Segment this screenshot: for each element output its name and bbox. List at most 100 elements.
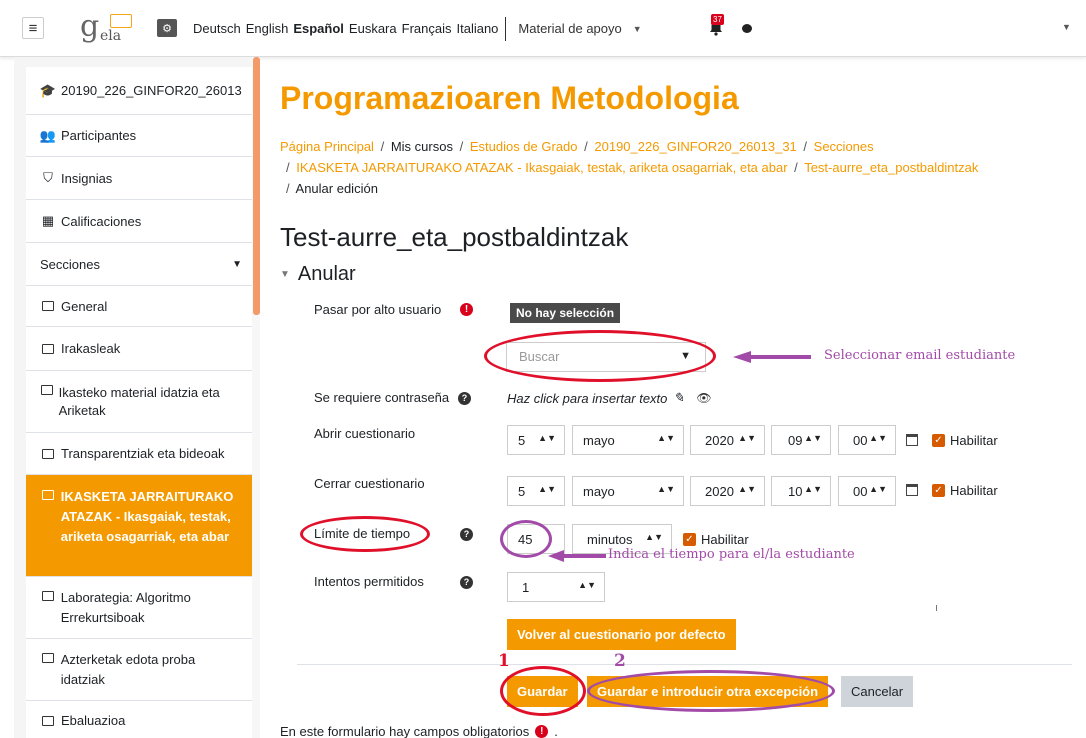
select-value: minutos xyxy=(587,532,633,547)
sidebar-item-irakasleak[interactable]: Irakasleak xyxy=(26,327,252,371)
sidebar-item-general[interactable]: General xyxy=(26,286,252,327)
sidebar-item-insignias[interactable]: ⛉ Insignias xyxy=(26,157,252,200)
updown-icon: ▲▼ xyxy=(657,484,675,494)
revert-button[interactable]: Volver al cuestionario por defecto xyxy=(507,619,736,650)
open-day-select[interactable]: 5 ▲▼ xyxy=(507,425,565,455)
user-menu-caret-icon[interactable]: ▼ xyxy=(1062,22,1071,32)
cancel-button[interactable]: Cancelar xyxy=(841,676,914,707)
select-value: 5 xyxy=(518,433,526,448)
folder-icon xyxy=(40,653,56,663)
help-icon[interactable]: ? xyxy=(460,528,473,541)
breadcrumb-quiz[interactable]: Test-aurre_eta_postbaldintzak xyxy=(804,160,978,175)
table-icon: ▦ xyxy=(41,213,55,228)
breadcrumb-course[interactable]: 20190_226_GINFOR20_26013_31 xyxy=(594,139,796,154)
gears-icon[interactable]: ⚙ xyxy=(157,19,177,37)
no-selection-badge: No hay selección xyxy=(510,303,621,323)
support-menu[interactable]: Material de apoyo ▼ xyxy=(518,21,646,36)
open-enable-checkbox[interactable]: ✓ xyxy=(932,434,945,447)
sidebar-item-azterketak[interactable]: Azterketak edota proba idatziak xyxy=(26,639,252,701)
egela-logo[interactable]: g ela xyxy=(80,12,140,46)
open-minute-select[interactable]: 00 ▲▼ xyxy=(838,425,896,455)
close-year-select[interactable]: 2020 ▲▼ xyxy=(690,476,765,506)
open-month-select[interactable]: mayo ▲▼ xyxy=(572,425,684,455)
chat-icon[interactable] xyxy=(742,24,752,33)
sidebar-item-label: Transparentziak eta bideoak xyxy=(61,446,225,461)
close-label: Cerrar cuestionario xyxy=(314,476,425,491)
breadcrumb-mycourses: Mis cursos xyxy=(390,139,453,154)
sidebar-item-transparentziak[interactable]: Transparentziak eta bideoak xyxy=(26,433,252,475)
divider xyxy=(936,605,937,611)
open-year-select[interactable]: 2020 ▲▼ xyxy=(690,425,765,455)
sidebar-item-course[interactable]: 🎓 20190_226_GINFOR20_26013 xyxy=(26,67,252,115)
close-enable-checkbox[interactable]: ✓ xyxy=(932,484,945,497)
calendar-icon[interactable] xyxy=(906,434,918,446)
support-label: Material de apoyo xyxy=(518,21,622,36)
folder-icon xyxy=(40,490,56,500)
select-value: 09 xyxy=(788,433,803,448)
close-minute-select[interactable]: 00 ▲▼ xyxy=(838,476,896,506)
sidebar-item-label: IKASKETA JARRAITURAKO ATAZAK - Ikasgaiak… xyxy=(60,489,234,544)
help-icon[interactable]: ? xyxy=(460,576,473,589)
footer-note-text: En este formulario hay campos obligatori… xyxy=(280,724,530,738)
updown-icon: ▲▼ xyxy=(804,484,822,494)
breadcrumb-degree[interactable]: Estudios de Grado xyxy=(470,139,578,154)
annotation-number-2: 2 xyxy=(614,651,626,671)
sidebar: 🎓 20190_226_GINFOR20_26013 👥 Participant… xyxy=(14,57,252,738)
password-label: Se requiere contraseña xyxy=(314,390,450,405)
open-hour-select[interactable]: 09 ▲▼ xyxy=(771,425,831,455)
password-placeholder: Haz click para insertar texto xyxy=(507,390,668,406)
breadcrumb-sections[interactable]: Secciones xyxy=(814,139,874,154)
timelimit-enable-checkbox[interactable]: ✓ xyxy=(683,533,696,546)
sidebar-scrollbar-thumb[interactable] xyxy=(253,57,260,315)
annotation-number-1: 1 xyxy=(498,651,510,671)
close-month-select[interactable]: mayo ▲▼ xyxy=(572,476,684,506)
sidebar-item-laborategia[interactable]: Laborategia: Algoritmo Errekurtsiboak xyxy=(26,577,252,639)
breadcrumb-home[interactable]: Página Principal xyxy=(280,139,374,154)
sidebar-item-material[interactable]: Ikasteko material idatzia eta Ariketak xyxy=(26,371,252,433)
lang-euskara[interactable]: Euskara xyxy=(349,21,397,36)
eye-icon[interactable]: 👁 xyxy=(696,391,711,405)
sidebar-item-label: Participantes xyxy=(61,128,137,143)
help-icon[interactable]: ? xyxy=(458,392,471,405)
sidebar-item-label: Irakasleak xyxy=(61,341,121,356)
required-fields-note: En este formulario hay campos obligatori… xyxy=(280,724,558,738)
sidebar-item-ebaluazioa[interactable]: Ebaluazioa xyxy=(26,701,252,738)
lang-english[interactable]: English xyxy=(246,21,289,36)
sidebar-item-secciones[interactable]: Secciones ▼ xyxy=(26,243,252,286)
updown-icon: ▲▼ xyxy=(738,433,756,443)
sidebar-item-calificaciones[interactable]: ▦ Calificaciones xyxy=(26,200,252,243)
breadcrumb-section[interactable]: IKASKETA JARRAITURAKO ATAZAK - Ikasgaiak… xyxy=(296,160,787,175)
updown-icon: ▲▼ xyxy=(869,433,887,443)
logo-ela: ela xyxy=(100,28,122,44)
hamburger-icon[interactable]: ≡ xyxy=(22,17,44,39)
lang-deutsch[interactable]: Deutsch xyxy=(193,21,241,36)
language-menu: Deutsch English Español Euskara Français… xyxy=(193,0,647,57)
lang-espanol[interactable]: Español xyxy=(293,21,344,36)
close-day-select[interactable]: 5 ▲▼ xyxy=(507,476,565,506)
lang-francais[interactable]: Français xyxy=(402,21,452,36)
fieldset-toggle[interactable]: ▼ Anular xyxy=(280,263,356,286)
breadcrumb-sep: / xyxy=(803,139,808,154)
breadcrumb-sep: / xyxy=(380,139,385,154)
pencil-icon[interactable]: ✎ xyxy=(673,390,684,406)
divider xyxy=(297,664,1072,665)
lang-italiano[interactable]: Italiano xyxy=(456,21,498,36)
page-title: Programazioaren Metodologia xyxy=(280,80,739,116)
annotation-select-email: Seleccionar email estudiante xyxy=(824,348,1016,363)
annotation-circle-timevalue xyxy=(500,520,552,558)
updown-icon: ▲▼ xyxy=(804,433,822,443)
annotation-circle-save xyxy=(500,666,586,716)
updown-icon: ▲▼ xyxy=(578,580,596,590)
select-value: 2020 xyxy=(705,484,734,499)
select-value: 2020 xyxy=(705,433,734,448)
sidebar-item-label: Ikasteko material idatzia eta Ariketak xyxy=(58,384,220,418)
password-editable[interactable]: Haz click para insertar texto ✎ 👁 xyxy=(507,390,712,406)
sidebar-item-ikasketa[interactable]: IKASKETA JARRAITURAKO ATAZAK - Ikasgaiak… xyxy=(26,475,252,577)
sidebar-item-participantes[interactable]: 👥 Participantes xyxy=(26,115,252,157)
attempts-select[interactable]: 1 ▲▼ xyxy=(507,572,605,602)
annotation-time-hint: Indica el tiempo para el/la estudiante xyxy=(608,547,855,562)
close-hour-select[interactable]: 10 ▲▼ xyxy=(771,476,831,506)
calendar-icon[interactable] xyxy=(906,484,918,496)
breadcrumb-sep: / xyxy=(459,139,464,154)
select-value: 5 xyxy=(518,484,526,499)
